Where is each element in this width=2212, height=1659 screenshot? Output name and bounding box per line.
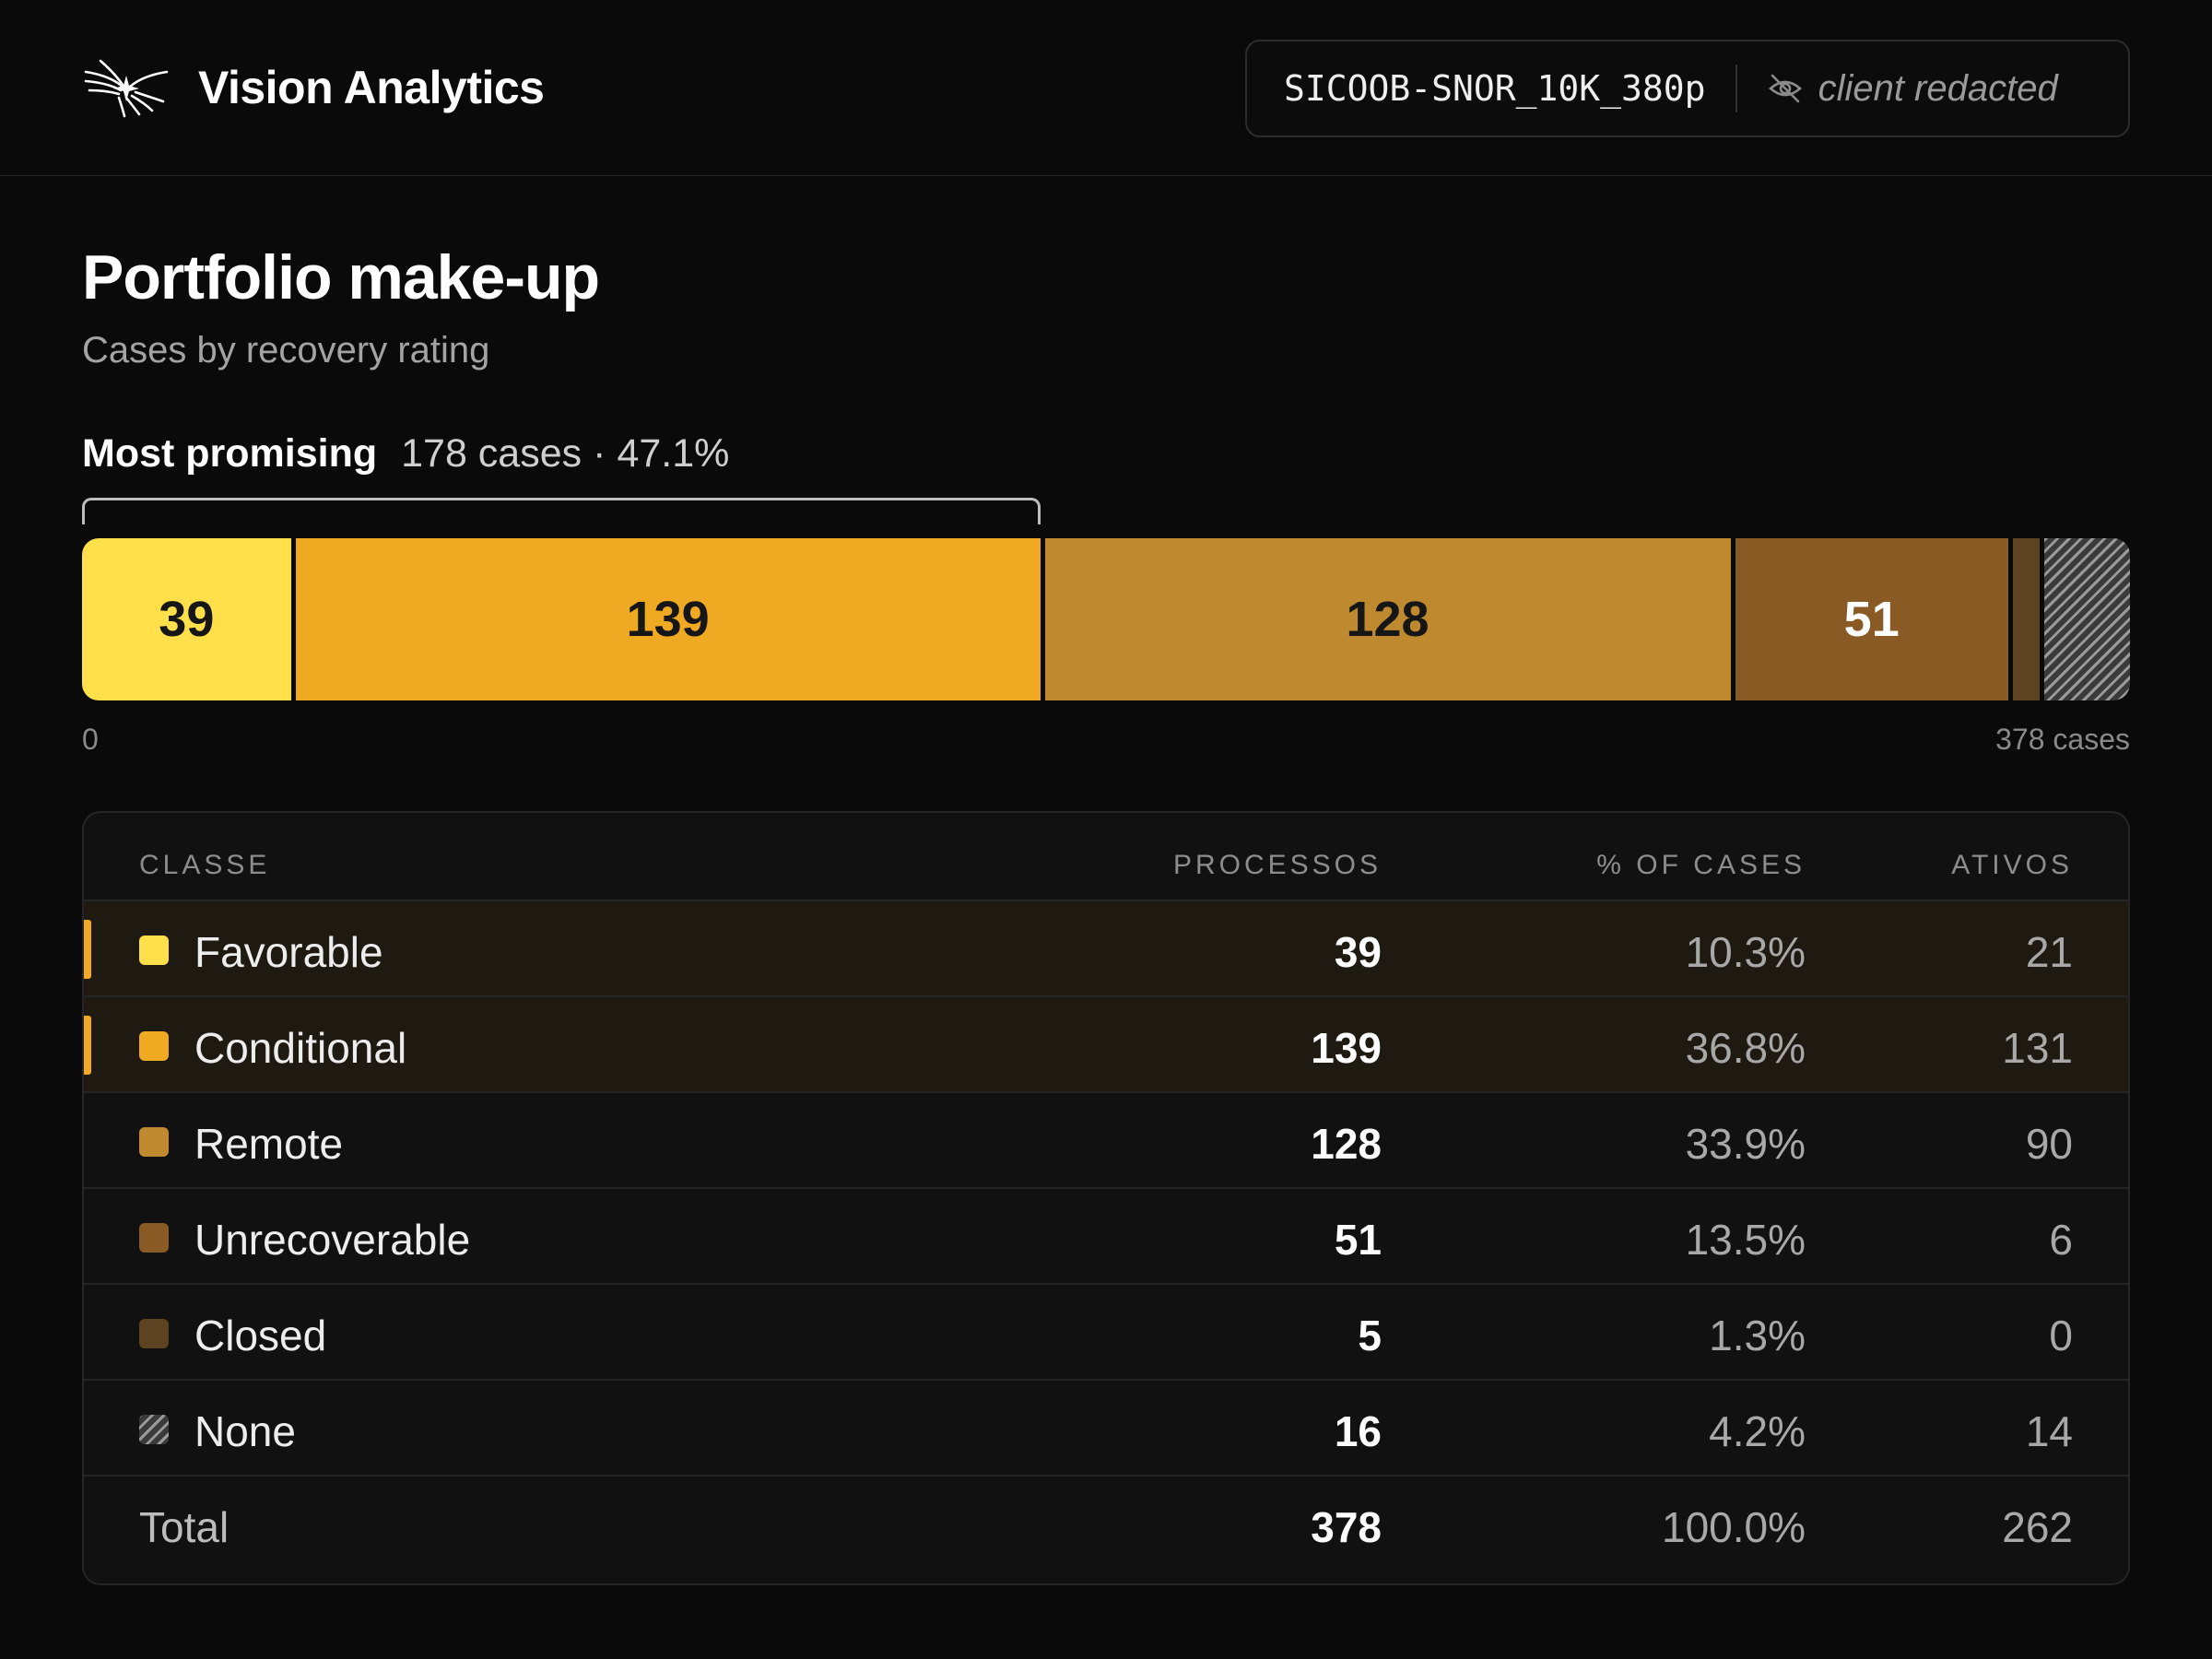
summary-label: Most promising — [82, 431, 378, 476]
row-ativos: 14 — [2025, 1407, 2073, 1455]
brand[interactable]: Vision Analytics — [82, 55, 545, 120]
axis-min-label: 0 — [82, 723, 99, 756]
col-header-classe[interactable]: CLASSE — [139, 850, 270, 881]
page-subtitle: Cases by recovery rating — [82, 330, 490, 371]
row-processos: 5 — [1358, 1312, 1382, 1359]
highlight-bracket — [82, 498, 1041, 524]
row-ativos: 90 — [2025, 1120, 2073, 1168]
class-color-swatch — [139, 935, 169, 965]
row-classe: Closed — [194, 1312, 327, 1359]
row-pct: 1.3% — [1709, 1312, 1806, 1359]
dataset-id: SICOOB-SNOR_10K_380p — [1284, 68, 1706, 109]
summary-cases: 178 cases — [401, 431, 582, 476]
class-color-swatch — [139, 1031, 169, 1061]
row-processos: 51 — [1334, 1216, 1382, 1264]
row-classe: Remote — [194, 1120, 344, 1168]
row-highlight-marker — [84, 920, 91, 979]
table-row[interactable]: Unrecoverable 51 13.5% 6 — [84, 1189, 2128, 1285]
bar-segment-label: 51 — [1843, 592, 1900, 647]
most-promising-summary: Most promising 178 cases · 47.1% — [82, 431, 729, 477]
row-pct: 10.3% — [1685, 928, 1806, 976]
row-ativos: 6 — [2049, 1216, 2073, 1264]
row-processos: 16 — [1334, 1407, 1382, 1455]
summary-separator: · — [593, 431, 606, 476]
row-ativos: 0 — [2049, 1312, 2073, 1359]
class-color-swatch — [139, 1319, 169, 1348]
class-color-swatch — [139, 1415, 169, 1444]
table-total-row: Total 378 100.0% 262 — [84, 1477, 2128, 1572]
eye-off-icon — [1768, 74, 1802, 103]
row-processos: 39 — [1334, 928, 1382, 976]
col-header-ativos[interactable]: ATIVOS — [1951, 850, 2073, 881]
table-row[interactable]: Closed 5 1.3% 0 — [84, 1285, 2128, 1381]
total-pct: 100.0% — [1661, 1503, 1806, 1551]
row-pct: 33.9% — [1685, 1120, 1806, 1168]
stacked-bar-chart: 39 139 128 51 — [82, 538, 2130, 700]
row-processos: 128 — [1311, 1120, 1382, 1168]
table-row[interactable]: None 16 4.2% 14 — [84, 1381, 2128, 1477]
bar-segment-favorable[interactable]: 39 — [82, 538, 291, 700]
row-classe: Unrecoverable — [194, 1216, 471, 1264]
class-table: CLASSE PROCESSOS % OF CASES ATIVOS Favor… — [82, 811, 2130, 1585]
row-classe: Favorable — [194, 928, 383, 976]
row-processos: 139 — [1311, 1024, 1382, 1072]
table-row[interactable]: Remote 128 33.9% 90 — [84, 1093, 2128, 1189]
table-row[interactable]: Conditional 139 36.8% 131 — [84, 997, 2128, 1093]
bar-segment-remote[interactable]: 128 — [1044, 538, 1731, 700]
col-header-processos[interactable]: PROCESSOS — [1173, 850, 1382, 881]
app-name: Vision Analytics — [198, 62, 545, 113]
bar-segment-none[interactable] — [2044, 538, 2130, 700]
bar-segment-label: 39 — [159, 592, 215, 647]
app-header: Vision Analytics SICOOB-SNOR_10K_380p cl… — [0, 0, 2212, 176]
class-color-swatch — [139, 1223, 169, 1253]
client-label: client redacted — [1818, 67, 2058, 109]
bar-segment-label: 128 — [1346, 592, 1430, 647]
table-header: CLASSE PROCESSOS % OF CASES ATIVOS — [84, 813, 2128, 901]
dataset-pill[interactable]: SICOOB-SNOR_10K_380p client redacted — [1245, 40, 2130, 137]
bar-segment-label: 139 — [626, 592, 710, 647]
row-classe: None — [194, 1407, 296, 1455]
table-row[interactable]: Favorable 39 10.3% 21 — [84, 901, 2128, 997]
row-pct: 4.2% — [1709, 1407, 1806, 1455]
starburst-logo-icon — [84, 59, 169, 118]
pill-divider — [1735, 65, 1737, 112]
col-header-pct[interactable]: % OF CASES — [1596, 850, 1806, 881]
class-color-swatch — [139, 1127, 169, 1157]
total-ativos: 262 — [2002, 1503, 2073, 1551]
summary-percent: 47.1% — [617, 431, 730, 476]
page-title: Portfolio make-up — [82, 242, 600, 312]
bar-segment-unrecoverable[interactable]: 51 — [1735, 538, 2008, 700]
row-classe: Conditional — [194, 1024, 407, 1072]
row-pct: 13.5% — [1685, 1216, 1806, 1264]
bar-segment-closed[interactable] — [2012, 538, 2040, 700]
row-pct: 36.8% — [1685, 1024, 1806, 1072]
row-highlight-marker — [84, 1016, 91, 1075]
row-ativos: 131 — [2002, 1024, 2073, 1072]
axis-max-label: 378 cases — [1995, 723, 2130, 756]
total-processos: 378 — [1311, 1503, 1382, 1551]
bar-segment-conditional[interactable]: 139 — [295, 538, 1041, 700]
total-label: Total — [139, 1503, 229, 1551]
row-ativos: 21 — [2025, 928, 2073, 976]
